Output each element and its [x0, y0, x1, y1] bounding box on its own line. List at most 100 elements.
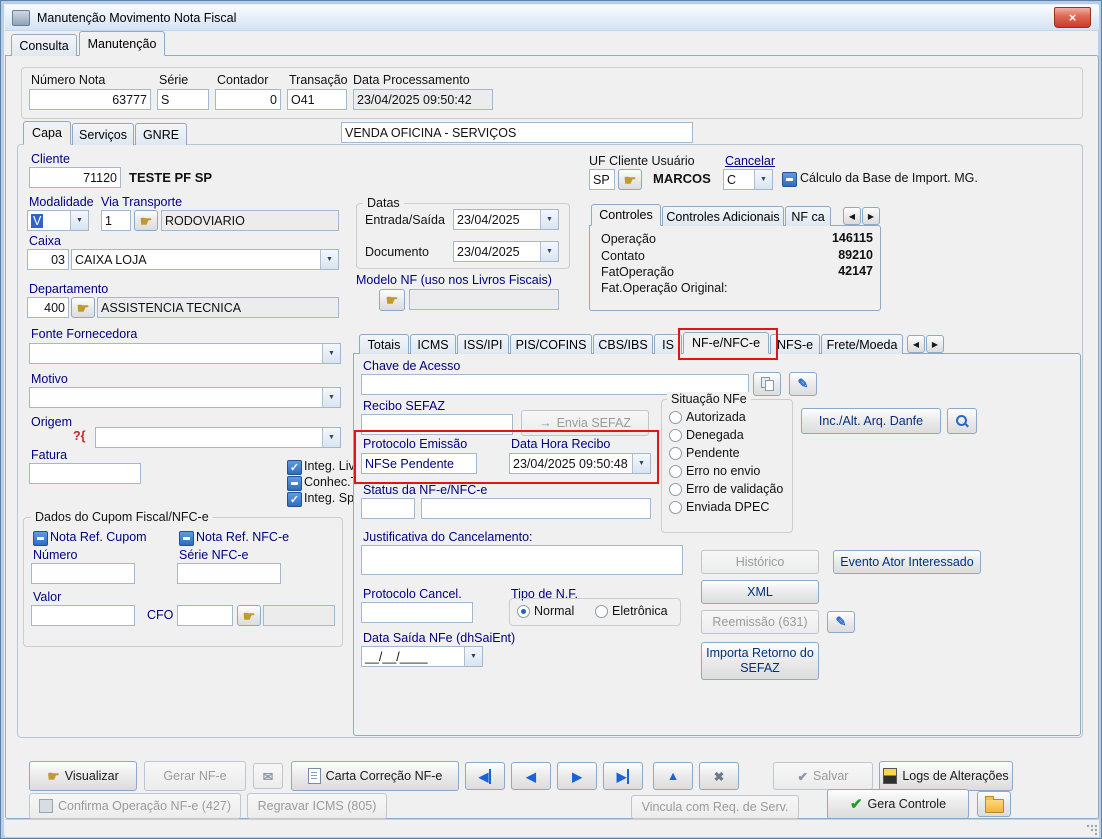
- tab-nf-ca[interactable]: NF ca: [785, 206, 831, 226]
- radio-autorizada[interactable]: [669, 411, 682, 424]
- tab-controles-adicionais[interactable]: Controles Adicionais: [662, 206, 784, 226]
- nota-ref-cupom-checkbox[interactable]: [33, 531, 48, 546]
- via-transporte-codigo-field[interactable]: [101, 210, 131, 231]
- uf-browse-button[interactable]: ☛: [618, 169, 642, 190]
- gera-controle-button[interactable]: ✔ Gera Controle: [827, 789, 969, 819]
- uf-field[interactable]: [589, 169, 615, 190]
- tab-gnre[interactable]: GNRE: [135, 123, 187, 145]
- entrada-saida-date-combo[interactable]: 23/04/2025 ▼: [453, 209, 559, 230]
- importa-retorno-button[interactable]: Importa Retorno do SEFAZ: [701, 642, 819, 680]
- resize-grip[interactable]: [1085, 823, 1097, 835]
- status-nfe-codigo-field[interactable]: [361, 498, 415, 519]
- tab-nfs-e[interactable]: NFS-e: [770, 334, 820, 354]
- data-hora-recibo-combo[interactable]: 23/04/2025 09:50:48 ▼: [509, 453, 651, 474]
- email-nfe-button[interactable]: ✉: [253, 763, 283, 789]
- cupom-numero-field[interactable]: [31, 563, 135, 584]
- dropdown-arrow-icon[interactable]: ▼: [540, 242, 558, 261]
- carta-correcao-button[interactable]: Carta Correção NF-e: [291, 761, 459, 791]
- reemissao-limpar-button[interactable]: ✎: [827, 611, 855, 633]
- nav-prev-button[interactable]: ◀: [511, 762, 551, 790]
- cfo-field[interactable]: [177, 605, 233, 626]
- dropdown-arrow-icon[interactable]: ▼: [70, 211, 88, 230]
- data-saida-combo[interactable]: __/__/____ ▼: [361, 646, 483, 667]
- evento-ator-button[interactable]: Evento Ator Interessado: [833, 550, 981, 574]
- inc-alt-danfe-button[interactable]: Inc./Alt. Arq. Danfe: [801, 408, 941, 434]
- nav-first-button[interactable]: ◀: [465, 762, 505, 790]
- title-bar[interactable]: Manutenção Movimento Nota Fiscal ×: [5, 5, 1099, 31]
- nav-next-button[interactable]: ▶: [557, 762, 597, 790]
- abrir-pasta-button[interactable]: [977, 791, 1011, 817]
- logs-alteracoes-button[interactable]: Logs de Alterações: [879, 761, 1013, 791]
- radio-normal[interactable]: [517, 605, 530, 618]
- tab-iss-ipi[interactable]: ISS/IPI: [457, 334, 509, 354]
- fonte-fornecedora-combo[interactable]: ▼: [29, 343, 341, 364]
- tab-capa[interactable]: Capa: [23, 121, 71, 145]
- tab-totais[interactable]: Totais: [359, 334, 409, 354]
- salvar-button[interactable]: ✔ Salvar: [773, 762, 873, 790]
- tab-icms[interactable]: ICMS: [410, 334, 456, 354]
- radio-erro-validacao[interactable]: [669, 483, 682, 496]
- tab-consulta[interactable]: Consulta: [11, 34, 77, 56]
- caixa-combo[interactable]: CAIXA LOJA ▼: [71, 249, 339, 270]
- xml-button[interactable]: XML: [701, 580, 819, 604]
- chave-colar-button[interactable]: [753, 372, 781, 396]
- danfe-search-button[interactable]: [947, 408, 977, 434]
- nota-ref-nfce-checkbox[interactable]: [179, 531, 194, 546]
- conhec-transporte-checkbox[interactable]: [287, 476, 302, 491]
- protocolo-cancel-field[interactable]: [361, 602, 473, 623]
- tab-cbs-ibs[interactable]: CBS/IBS: [593, 334, 653, 354]
- close-button[interactable]: ×: [1054, 7, 1091, 28]
- serie-field[interactable]: [157, 89, 209, 110]
- dropdown-arrow-icon[interactable]: ▼: [322, 388, 340, 407]
- origem-combo[interactable]: ▼: [95, 427, 341, 448]
- dropdown-arrow-icon[interactable]: ▼: [632, 454, 650, 473]
- envia-sefaz-button[interactable]: → Envia SEFAZ: [521, 410, 649, 436]
- radio-pendente[interactable]: [669, 447, 682, 460]
- reemissao-button[interactable]: Reemissão (631): [701, 610, 819, 634]
- via-transporte-browse-button[interactable]: ☛: [134, 210, 158, 231]
- nav-last-button[interactable]: ▶: [603, 762, 643, 790]
- integ-livro-fiscal-checkbox[interactable]: [287, 460, 302, 475]
- documento-date-combo[interactable]: 23/04/2025 ▼: [453, 241, 559, 262]
- controles-tabs-scroll-left-button[interactable]: ◀: [843, 207, 861, 225]
- radio-erro-envio[interactable]: [669, 465, 682, 478]
- protocolo-emissao-field[interactable]: [361, 453, 477, 474]
- motivo-combo[interactable]: ▼: [29, 387, 341, 408]
- tab-controles[interactable]: Controles: [591, 204, 661, 226]
- radio-denegada[interactable]: [669, 429, 682, 442]
- radio-enviada-dpec[interactable]: [669, 501, 682, 514]
- recibo-sefaz-field[interactable]: [361, 414, 513, 435]
- departamento-codigo-field[interactable]: [27, 297, 69, 318]
- tab-frete-moeda[interactable]: Frete/Moeda: [821, 334, 903, 354]
- cfo-browse-button[interactable]: ☛: [237, 605, 261, 626]
- controles-tabs-scroll-right-button[interactable]: ▶: [862, 207, 880, 225]
- dropdown-arrow-icon[interactable]: ▼: [322, 344, 340, 363]
- cliente-codigo-field[interactable]: [29, 167, 121, 188]
- operacao-descricao-field[interactable]: [341, 122, 693, 143]
- contador-field[interactable]: [215, 89, 281, 110]
- tab-is[interactable]: IS: [654, 334, 682, 354]
- cancel-edit-button[interactable]: ✖: [699, 762, 739, 790]
- dropdown-arrow-icon[interactable]: ▼: [464, 647, 482, 666]
- status-nfe-descricao-field[interactable]: [421, 498, 651, 519]
- chave-limpar-button[interactable]: ✎: [789, 372, 817, 396]
- tab-servicos[interactable]: Serviços: [72, 123, 134, 145]
- historico-button[interactable]: Histórico: [701, 550, 819, 574]
- regravar-icms-button[interactable]: Regravar ICMS (805): [247, 793, 387, 819]
- modalidade-combo[interactable]: V ▼: [27, 210, 89, 231]
- confirma-operacao-button[interactable]: Confirma Operação NF-e (427): [29, 793, 241, 819]
- cancelar-combo[interactable]: C ▼: [723, 169, 773, 190]
- insert-button[interactable]: ▲: [653, 762, 693, 790]
- tab-manutencao[interactable]: Manutenção: [79, 31, 165, 56]
- nfe-tabs-scroll-left-button[interactable]: ◀: [907, 335, 925, 353]
- tab-nfe-nfce[interactable]: NF-e/NFC-e: [683, 332, 769, 354]
- nfe-tabs-scroll-right-button[interactable]: ▶: [926, 335, 944, 353]
- visualizar-button[interactable]: ☛ Visualizar: [29, 761, 137, 791]
- tab-pis-cofins[interactable]: PIS/COFINS: [510, 334, 592, 354]
- dropdown-arrow-icon[interactable]: ▼: [540, 210, 558, 229]
- dropdown-arrow-icon[interactable]: ▼: [320, 250, 338, 269]
- fatura-field[interactable]: [29, 463, 141, 484]
- gerar-nfe-button[interactable]: Gerar NF-e: [144, 761, 246, 791]
- transacao-field[interactable]: [287, 89, 347, 110]
- integ-sped-checkbox[interactable]: [287, 492, 302, 507]
